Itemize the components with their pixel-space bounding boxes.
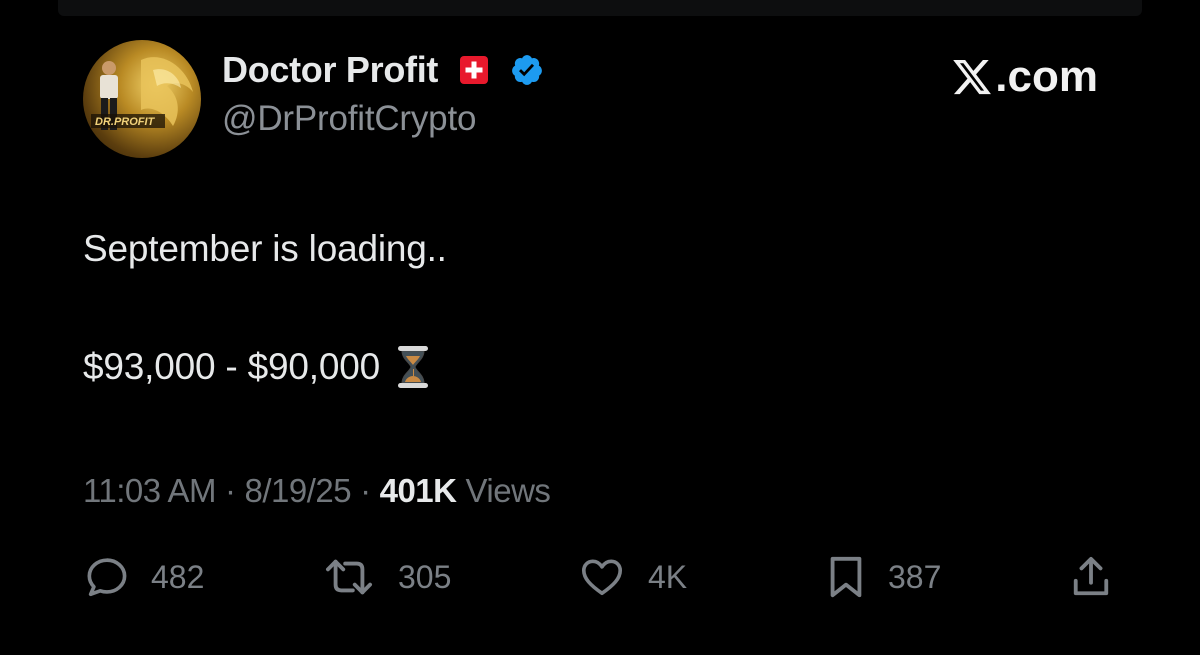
hourglass-icon — [397, 346, 428, 388]
like-button[interactable]: 4K — [578, 552, 687, 602]
reply-count: 482 — [151, 558, 205, 595]
repost-button[interactable]: 305 — [322, 552, 451, 602]
bookmark-icon — [830, 556, 862, 598]
views-label: Views — [465, 472, 551, 509]
author-handle[interactable]: @DrProfitCrypto — [222, 99, 476, 139]
tweet-action-bar: 482 305 4K 387 — [0, 552, 1200, 602]
x-brand-watermark: .com — [951, 52, 1098, 102]
top-edge-bar — [58, 0, 1142, 16]
meta-separator: · — [360, 472, 371, 509]
reply-icon — [87, 558, 127, 597]
bookmark-count: 387 — [888, 558, 942, 595]
avatar-logo-text: DR.PROFIT — [95, 116, 156, 128]
verified-badge-icon — [512, 55, 542, 85]
tweet-text-line-1: September is loading.. — [83, 228, 447, 269]
swiss-flag-icon — [460, 56, 489, 84]
share-button[interactable] — [1070, 552, 1112, 602]
tweet-date[interactable]: 8/19/25 — [244, 472, 351, 510]
reply-button[interactable]: 482 — [83, 552, 204, 602]
tweet-time[interactable]: 11:03 AM — [83, 472, 216, 510]
tweet-text-line-2-row: $93,000 - $90,000 — [83, 345, 430, 389]
avatar[interactable]: DR.PROFIT — [83, 40, 201, 158]
like-count: 4K — [648, 558, 688, 595]
bookmark-button[interactable]: 387 — [826, 552, 941, 602]
retweet-icon — [326, 559, 373, 595]
meta-separator: · — [224, 472, 236, 509]
share-icon — [1073, 556, 1109, 596]
tweet-meta: 11:03 AM · 8/19/25 · 401K Views — [83, 472, 551, 510]
author-display-name[interactable]: Doctor Profit — [222, 49, 438, 91]
heart-icon — [581, 559, 623, 596]
brand-domain-text: .com — [995, 52, 1098, 101]
author-name-row: Doctor Profit — [222, 48, 544, 92]
repost-count: 305 — [398, 558, 452, 595]
x-logo-icon — [953, 59, 992, 95]
tweet-text-line-2: $93,000 - $90,000 — [83, 346, 380, 387]
views-count: 401K — [379, 472, 457, 509]
